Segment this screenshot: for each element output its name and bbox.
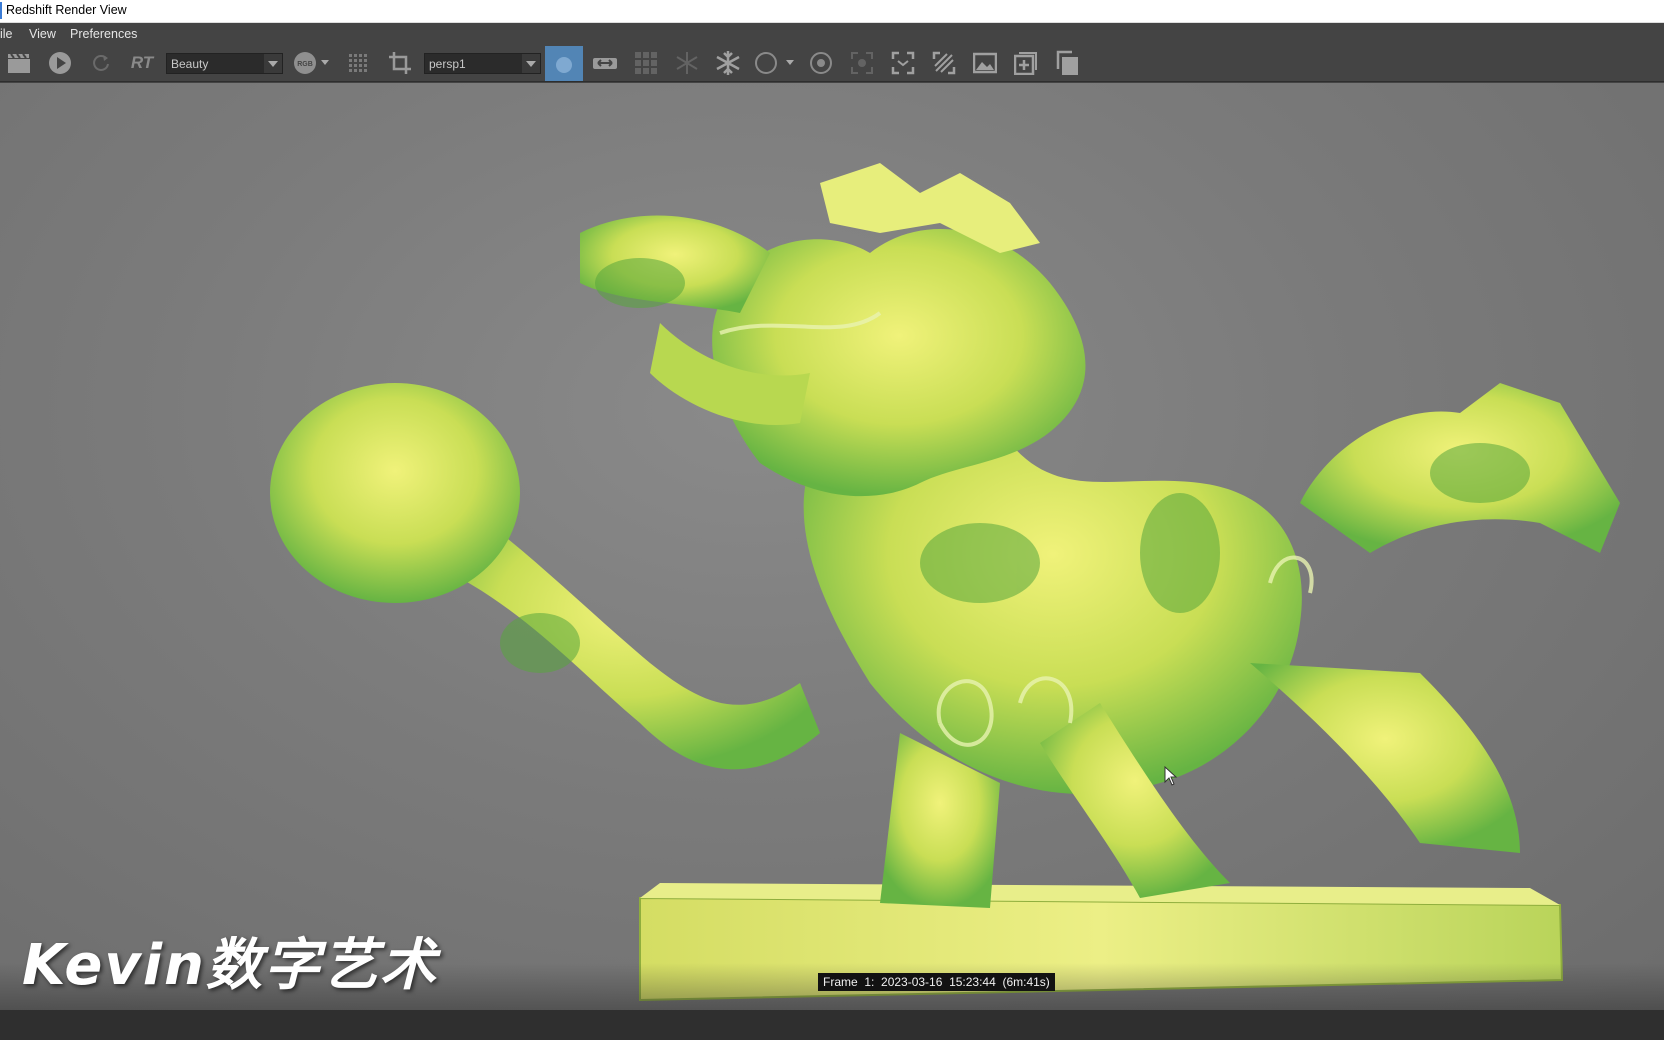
grid-icon — [349, 54, 367, 72]
add-icon — [1014, 52, 1037, 75]
image-icon — [973, 52, 997, 74]
mouse-cursor-icon — [1164, 766, 1178, 786]
channel-button[interactable]: RGB — [292, 50, 334, 76]
chevron-down-icon — [264, 54, 282, 73]
rt-label: RT — [130, 53, 154, 72]
play-icon — [49, 52, 71, 74]
hatch-button[interactable] — [931, 50, 957, 76]
freeze-button[interactable] — [674, 50, 700, 76]
title-bar: Redshift Render View — [0, 0, 1664, 23]
chevron-down-icon — [522, 54, 540, 73]
menu-preferences[interactable]: Preferences — [70, 27, 137, 41]
sphere-toggle-button[interactable] — [545, 46, 583, 81]
camera-button[interactable] — [592, 50, 618, 76]
rgb-icon: RGB — [294, 52, 329, 74]
freeze-all-button[interactable] — [714, 50, 742, 76]
camera-icon — [593, 58, 617, 69]
circle-icon — [755, 52, 794, 74]
fit-button[interactable] — [890, 50, 916, 76]
focus-button[interactable] — [808, 50, 834, 76]
crop-icon — [389, 52, 411, 74]
aov-select[interactable]: Beauty — [166, 53, 283, 74]
region-icon — [851, 52, 873, 74]
image-button[interactable] — [972, 50, 998, 76]
focus-icon — [810, 52, 832, 74]
hatch-icon — [932, 51, 956, 75]
region-button[interactable] — [849, 50, 875, 76]
sphere-icon — [556, 57, 572, 73]
menu-file[interactable]: ile — [0, 27, 13, 41]
refresh-button[interactable] — [88, 50, 114, 76]
grid-button[interactable] — [346, 50, 370, 76]
checker-button[interactable] — [633, 50, 659, 76]
snowflake-icon — [676, 52, 698, 74]
render-viewport[interactable] — [0, 83, 1664, 1010]
aov-select-value: Beauty — [171, 57, 209, 71]
copy-icon — [1056, 50, 1078, 75]
watermark-text: Kevin数字艺术 — [22, 933, 438, 998]
refresh-icon — [93, 55, 109, 71]
dragon-render-image — [270, 163, 1620, 1002]
menu-bar: ile View Preferences — [0, 23, 1664, 46]
window-title: Redshift Render View — [6, 3, 127, 17]
play-button[interactable] — [46, 50, 74, 76]
rgb-badge: RGB — [297, 61, 313, 68]
snowflake-bold-icon — [716, 51, 740, 75]
window-accent — [0, 2, 2, 19]
fit-icon — [891, 51, 915, 75]
clapper-icon — [8, 53, 30, 73]
circle-dropdown-button[interactable] — [754, 50, 798, 76]
camera-select-value: persp1 — [429, 57, 466, 71]
rt-button[interactable]: RT — [127, 50, 157, 76]
toolbar: RT Beauty RGB persp1 — [0, 46, 1664, 82]
menu-view[interactable]: View — [29, 27, 56, 41]
render-button[interactable] — [5, 50, 33, 76]
add-snapshot-button[interactable] — [1013, 50, 1039, 76]
crop-button[interactable] — [385, 50, 415, 76]
checker-icon — [635, 52, 657, 74]
copy-button[interactable] — [1055, 50, 1081, 76]
bottom-bar — [0, 1010, 1664, 1040]
camera-select[interactable]: persp1 — [424, 53, 541, 74]
frame-status: Frame 1: 2023-03-16 15:23:44 (6m:41s) — [818, 973, 1055, 991]
